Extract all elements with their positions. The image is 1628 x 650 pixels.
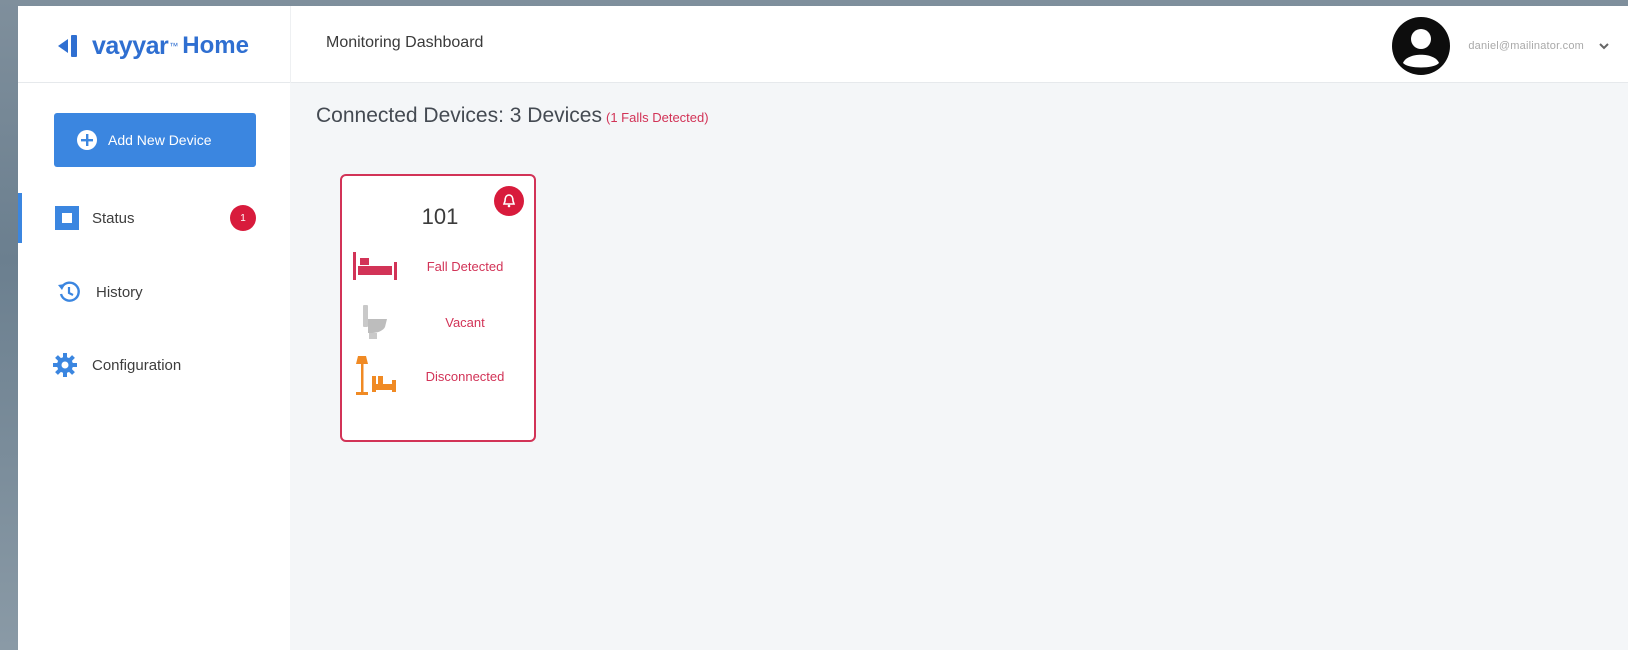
connected-devices-count: Connected Devices: 3 Devices bbox=[316, 104, 602, 127]
gear-icon bbox=[53, 353, 77, 377]
device-card[interactable]: 101 Fall Detected Vacant Disconnected bbox=[340, 174, 536, 442]
room-status: Disconnected bbox=[425, 368, 505, 384]
vayyar-logo-icon bbox=[58, 35, 77, 57]
app-window: vayyar ™ Home Monitoring Dashboard danie… bbox=[18, 6, 1628, 650]
brand-product: Home bbox=[182, 32, 249, 59]
top-header: vayyar ™ Home Monitoring Dashboard danie… bbox=[18, 6, 1628, 83]
history-icon bbox=[58, 281, 80, 302]
bed-icon bbox=[353, 252, 397, 280]
room-row: Fall Detected bbox=[350, 244, 530, 288]
falls-detected-note: (1 Falls Detected) bbox=[605, 110, 709, 125]
sidebar-item-history[interactable]: History bbox=[18, 267, 290, 317]
lamp-sofa-icon bbox=[356, 356, 396, 395]
sidebar: Add New Device Status 1 History Configur… bbox=[18, 83, 290, 650]
add-new-device-button[interactable]: Add New Device bbox=[54, 113, 256, 167]
sidebar-item-configuration[interactable]: Configuration bbox=[18, 340, 290, 390]
status-square-icon bbox=[55, 206, 79, 230]
plus-circle-icon bbox=[77, 130, 97, 150]
sidebar-item-status[interactable]: Status 1 bbox=[18, 193, 290, 243]
brand-trademark: ™ bbox=[169, 41, 179, 51]
connected-devices-heading: Connected Devices: 3 Devices (1 Falls Det… bbox=[316, 104, 709, 128]
sidebar-item-label: Configuration bbox=[92, 356, 182, 374]
header-divider bbox=[290, 6, 291, 83]
page-title: Monitoring Dashboard bbox=[326, 34, 484, 51]
brand-name: vayyar bbox=[92, 31, 169, 60]
device-name: 101 bbox=[421, 204, 459, 229]
user-circle-icon[interactable] bbox=[1392, 17, 1451, 75]
sidebar-item-label: History bbox=[96, 283, 143, 301]
chevron-down-icon[interactable] bbox=[1598, 40, 1610, 52]
room-status: Fall Detected bbox=[426, 258, 504, 274]
room-row: Disconnected bbox=[350, 354, 530, 398]
status-badge: 1 bbox=[230, 205, 256, 231]
toilet-icon bbox=[363, 305, 387, 339]
room-status: Vacant bbox=[445, 314, 485, 330]
user-menu[interactable]: daniel@mailinator.com bbox=[1392, 17, 1610, 75]
sidebar-item-label: Status bbox=[92, 209, 135, 227]
user-email[interactable]: daniel@mailinator.com bbox=[1468, 40, 1584, 52]
room-row: Vacant bbox=[350, 300, 530, 344]
add-new-device-label: Add New Device bbox=[108, 132, 212, 148]
brand-logo[interactable]: vayyar ™ Home bbox=[54, 28, 249, 64]
